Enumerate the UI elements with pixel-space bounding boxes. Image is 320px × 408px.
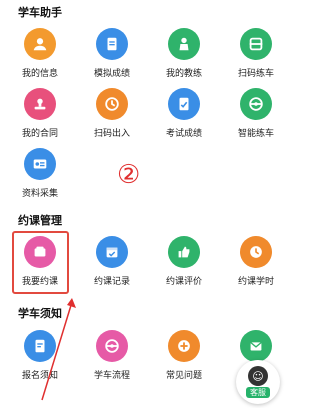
grid-item-my-info[interactable]: 我的信息 [4,28,76,90]
steering-wheel-icon [240,88,272,120]
user-info-icon [24,28,56,60]
process-steering-icon [96,330,128,362]
grid-item-label: 扫码出入 [93,129,130,139]
grid-item-label: 扫码练车 [237,69,274,79]
grid-item-label: 考试成绩 [165,129,202,139]
registration-note-icon [24,330,56,362]
grid-item-booking-records[interactable]: 约课记录 [76,236,148,298]
grid-item-label: 我的教练 [165,69,202,79]
grid-item-label: 约课评价 [165,277,202,287]
grid-item-booking-review[interactable]: 约课评价 [148,236,220,298]
calendar-record-icon [96,236,128,268]
grid-item-learning-process[interactable]: 学车流程 [76,330,148,392]
grid-item-label: 资料采集 [21,189,58,199]
mail-icon [240,330,272,362]
section-title-assistant: 学车助手 [18,6,62,19]
grid-item-my-coach[interactable]: 我的教练 [148,28,220,90]
grid-item-exam-score[interactable]: 考试成绩 [148,88,220,150]
grid-item-mock-score[interactable]: 模拟成绩 [76,28,148,90]
grid-item-label: 模拟成绩 [93,69,130,79]
thumbs-up-icon [168,236,200,268]
faq-plus-icon [168,330,200,362]
grid-item-registration-notes[interactable]: 报名须知 [4,330,76,392]
customer-service-icon: ☺ [248,366,268,386]
grid-item-booking-hours[interactable]: 约课学时 [220,236,292,298]
grid-item-label: 约课学时 [237,277,274,287]
grid-item-label: 约课记录 [93,277,130,287]
grid-item-label: 我的合同 [21,129,58,139]
scan-icon [240,28,272,60]
coach-icon [168,28,200,60]
customer-service-button[interactable]: ☺ 客服 [236,360,280,404]
grid-item-my-contract[interactable]: 我的合同 [4,88,76,150]
contract-stamp-icon [24,88,56,120]
grid-item-scan-entry[interactable]: 扫码出入 [76,88,148,150]
customer-service-label: 客服 [246,387,270,398]
grid-item-smart-practice[interactable]: 智能练车 [220,88,292,150]
grid-item-label: 我的信息 [21,69,58,79]
clock-scan-icon [96,88,128,120]
id-card-icon [24,148,56,180]
grid-item-label: 智能练车 [237,129,274,139]
grid-item-data-collection[interactable]: 资料采集 [4,148,76,210]
section-title-booking: 约课管理 [18,214,62,227]
highlight-box [12,231,69,294]
grid-item-label: 常见问题 [165,371,202,381]
grid-item-label: 报名须知 [21,371,58,381]
step-marker: ② [117,160,141,190]
grid-item-faq[interactable]: 常见问题 [148,330,220,392]
section-title-notice: 学车须知 [18,307,62,320]
grid-item-label: 学车流程 [93,371,130,381]
clock-hours-icon [240,236,272,268]
grid-item-scan-practice[interactable]: 扫码练车 [220,28,292,90]
document-icon [96,28,128,60]
exam-score-icon [168,88,200,120]
